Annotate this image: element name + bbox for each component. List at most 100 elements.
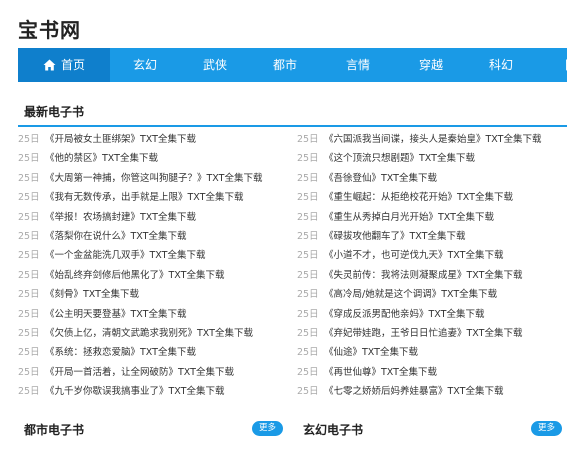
book-list-item: 25日 《刻骨》TXT全集下载	[18, 285, 283, 304]
book-list-item: 25日 《系统：拯救恋爱脑》TXT全集下载	[18, 343, 283, 362]
book-title-link[interactable]: 《开局一首活着，让全网破防》TXT全集下载	[45, 367, 234, 378]
book-list-item: 25日 《七零之娇娇后妈养娃暴富》TXT全集下载	[297, 382, 562, 401]
latest-books-header: 最新电子书	[18, 95, 567, 127]
book-title-link[interactable]: 《碌拔攻他翻车了》TXT全集下载	[324, 231, 465, 242]
nav-item-yanqing[interactable]: 言情	[320, 48, 396, 82]
book-list-item: 25日 《我有无数传承，出手就是上限》TXT全集下载	[18, 188, 283, 207]
nav-label-home: 首页	[60, 58, 85, 72]
book-date: 25日	[18, 211, 40, 223]
book-list-item: 25日 《开局一首活着，让全网破防》TXT全集下载	[18, 363, 283, 382]
book-title-link[interactable]: 《始乱终弃剑修后他黑化了》TXT全集下载	[45, 270, 224, 281]
book-list-item: 25日 《六国派我当间谍，接头人是秦始皇》TXT全集下载	[297, 130, 562, 149]
nav-item-chuanyue[interactable]: 穿越	[396, 48, 466, 82]
book-list-item: 25日 《开局被女土匪绑架》TXT全集下载	[18, 130, 283, 149]
book-date: 25日	[297, 308, 319, 320]
book-date: 25日	[18, 308, 40, 320]
fantasy-more-button[interactable]: 更多	[530, 421, 562, 436]
book-title-link[interactable]: 《九千岁你歇误我搞事业了》TXT全集下载	[45, 386, 224, 397]
book-date: 25日	[297, 230, 319, 242]
book-list-item: 25日 《欠债上亿，清朝文武跪求我别死》TXT全集下载	[18, 324, 283, 343]
home-icon	[43, 59, 56, 70]
book-list-item: 25日 《九千岁你歇误我搞事业了》TXT全集下载	[18, 382, 283, 401]
book-date: 25日	[18, 366, 40, 378]
book-title-link[interactable]: 《重生崛起：从拒绝校花开始》TXT全集下载	[324, 192, 513, 203]
book-date: 25日	[297, 192, 319, 204]
book-date: 25日	[18, 153, 40, 165]
book-title-link[interactable]: 《刻骨》TXT全集下载	[45, 289, 139, 300]
book-title-link[interactable]: 《一个金盆能洗几双手》TXT全集下载	[45, 250, 205, 261]
book-list-item: 25日 《大周第一神捕，你管这叫狗腿子？》TXT全集下载	[18, 169, 283, 188]
book-title-link[interactable]: 《失灵前传：我将法则凝聚成星》TXT全集下载	[324, 270, 522, 281]
book-list-item: 25日 《举报！农场搞封建》TXT全集下载	[18, 208, 283, 227]
book-date: 25日	[18, 192, 40, 204]
latest-books-title: 最新电子书	[24, 105, 85, 119]
book-title-link[interactable]: 《他的禁区》TXT全集下载	[45, 153, 158, 164]
book-date: 25日	[297, 366, 319, 378]
book-date: 25日	[18, 134, 40, 145]
book-title-link[interactable]: 《举报！农场搞封建》TXT全集下载	[45, 212, 196, 223]
book-date: 25日	[297, 153, 319, 165]
book-list-item: 25日 《一个金盆能洗几双手》TXT全集下载	[18, 246, 283, 265]
book-title-link[interactable]: 《大周第一神捕，你管这叫狗腿子？》TXT全集下载	[45, 173, 262, 184]
main-nav: 首页 玄幻 武侠 都市 言情 穿越 科幻 网	[18, 48, 567, 82]
latest-books-right-column: 25日 《六国派我当间谍，接头人是秦始皇》TXT全集下载 25日 《这个顶流只想剧题》…	[297, 130, 562, 401]
site-title[interactable]: 宝书网	[18, 14, 81, 43]
book-title-link[interactable]: 《六国派我当间谍，接头人是秦始皇》TXT全集下载	[324, 134, 541, 145]
urban-more-button[interactable]: 更多	[251, 421, 283, 436]
book-date: 25日	[297, 347, 319, 359]
nav-item-wang[interactable]: 网	[536, 48, 567, 82]
book-list-item: 25日 《始乱终弃剑修后他黑化了》TXT全集下载	[18, 266, 283, 285]
book-date: 25日	[297, 327, 319, 339]
book-date: 25日	[18, 289, 40, 301]
book-title-link[interactable]: 《穿成反派男配他亲妈》TXT全集下载	[324, 309, 484, 320]
book-list-item: 25日 《碌拔攻他翻车了》TXT全集下载	[297, 227, 562, 246]
book-date: 25日	[297, 269, 319, 281]
book-list-item: 25日 《弃妃带娃跑，王爷日日忙追妻》TXT全集下载	[297, 324, 562, 343]
book-title-link[interactable]: 《小道不才，也可逆伐九天》TXT全集下载	[324, 250, 503, 261]
latest-books-left-column: 25日 《开局被女土匪绑架》TXT全集下载 25日 《他的禁区》TXT全集下载 25日《…	[18, 130, 283, 401]
book-title-link[interactable]: 《我有无数传承，出手就是上限》TXT全集下载	[45, 192, 243, 203]
book-title-link[interactable]: 《再世仙尊》TXT全集下载	[324, 367, 437, 378]
book-list-item: 25日 《再世仙尊》TXT全集下载	[297, 363, 562, 382]
book-title-link[interactable]: 《开局被女土匪绑架》TXT全集下载	[45, 134, 196, 145]
book-title-link[interactable]: 《仙途》TXT全集下载	[324, 347, 418, 358]
book-list-item: 25日 《重生崛起：从拒绝校花开始》TXT全集下载	[297, 188, 562, 207]
nav-item-dushi[interactable]: 都市	[250, 48, 320, 82]
book-list-item: 25日 《公主明天要登基》TXT全集下载	[18, 305, 283, 324]
nav-item-home[interactable]: 首页	[18, 48, 110, 82]
book-date: 25日	[297, 250, 319, 262]
nav-item-xuanhuan[interactable]: 玄幻	[110, 48, 180, 82]
book-title-link[interactable]: 《弃妃带娃跑，王爷日日忙追妻》TXT全集下载	[324, 328, 522, 339]
book-date: 25日	[297, 172, 319, 184]
book-date: 25日	[18, 230, 40, 242]
book-date: 25日	[297, 386, 319, 398]
book-date: 25日	[297, 211, 319, 223]
book-list-item: 25日 《重生从秀掉白月光开始》TXT全集下载	[297, 208, 562, 227]
nav-item-kehuan[interactable]: 科幻	[466, 48, 536, 82]
book-date: 25日	[18, 250, 40, 262]
book-list-item: 25日 《吾徐登仙》TXT全集下载	[297, 169, 562, 188]
nav-item-wuxia[interactable]: 武侠	[180, 48, 250, 82]
book-list-item: 25日 《他的禁区》TXT全集下载	[18, 149, 283, 168]
book-date: 25日	[297, 134, 319, 145]
book-date: 25日	[18, 327, 40, 339]
book-title-link[interactable]: 《系统：拯救恋爱脑》TXT全集下载	[45, 347, 196, 358]
book-date: 25日	[18, 172, 40, 184]
book-date: 25日	[18, 347, 40, 359]
book-list-item: 25日 《小道不才，也可逆伐九天》TXT全集下载	[297, 246, 562, 265]
book-list-item: 25日 《穿成反派男配他亲妈》TXT全集下载	[297, 305, 562, 324]
book-title-link[interactable]: 《公主明天要登基》TXT全集下载	[45, 309, 186, 320]
book-list-item: 25日 《落梨你在说什么》TXT全集下载	[18, 227, 283, 246]
urban-books-title: 都市电子书	[24, 423, 85, 437]
book-list-item: 25日 《仙途》TXT全集下载	[297, 343, 562, 362]
fantasy-books-header: 玄幻电子书 更多	[297, 415, 565, 441]
book-title-link[interactable]: 《欠债上亿，清朝文武跪求我别死》TXT全集下载	[45, 328, 253, 339]
book-title-link[interactable]: 《吾徐登仙》TXT全集下载	[324, 173, 437, 184]
book-title-link[interactable]: 《落梨你在说什么》TXT全集下载	[45, 231, 186, 242]
book-title-link[interactable]: 《高冷局/她就是这个调调》TXT全集下载	[324, 289, 497, 300]
book-title-link[interactable]: 《重生从秀掉白月光开始》TXT全集下载	[324, 212, 494, 223]
book-date: 25日	[18, 269, 40, 281]
book-title-link[interactable]: 《这个顶流只想剧题》TXT全集下载	[324, 153, 475, 164]
book-title-link[interactable]: 《七零之娇娇后妈养娃暴富》TXT全集下载	[324, 386, 503, 397]
book-list-item: 25日 《高冷局/她就是这个调调》TXT全集下载	[297, 285, 562, 304]
